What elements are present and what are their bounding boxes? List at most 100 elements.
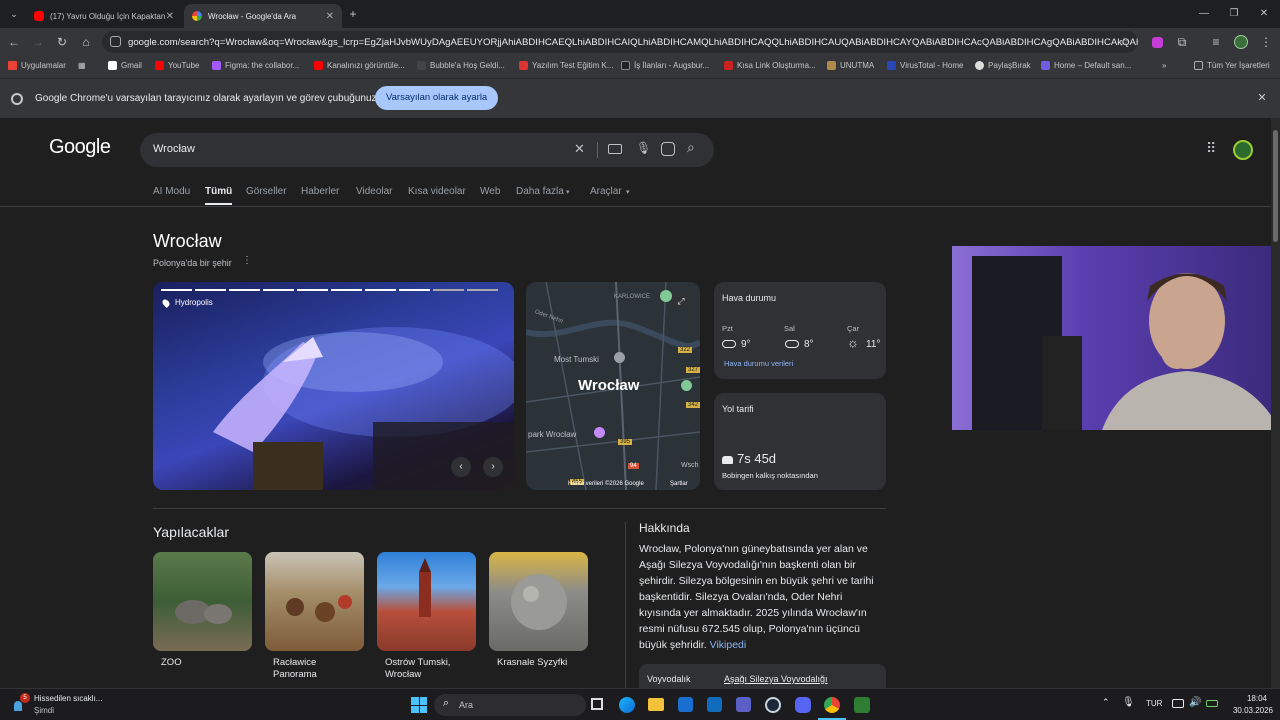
- bookmark-item[interactable]: YouTube: [155, 61, 199, 70]
- bookmark-item[interactable]: Kısa Link Oluşturma...: [724, 61, 816, 70]
- bookmark-item[interactable]: Gmail: [108, 61, 142, 70]
- google-apps-icon[interactable]: ⠿: [1206, 140, 1216, 157]
- tab-ai-mode[interactable]: AI Modu: [153, 186, 190, 197]
- map-terms-link[interactable]: Şartlar: [670, 481, 688, 487]
- more-options-icon[interactable]: ⋮: [242, 255, 252, 266]
- edge-icon[interactable]: [619, 697, 635, 713]
- todo-panorama-image[interactable]: [265, 552, 364, 651]
- bookmark-item[interactable]: Uygulamalar: [8, 61, 66, 70]
- next-image-button[interactable]: ›: [483, 457, 503, 477]
- bookmark-item[interactable]: İş İlanları - Augsbur...: [621, 61, 709, 70]
- bookmark-item[interactable]: VirusTotal - Home: [887, 61, 963, 70]
- microphone-tray-icon[interactable]: 🎙: [1122, 697, 1135, 708]
- close-tab-icon[interactable]: ✕: [326, 11, 334, 22]
- todo-ostrow-image[interactable]: [377, 552, 476, 651]
- bookmark-item[interactable]: Kanalınızı görüntüle...: [314, 61, 405, 70]
- set-default-button[interactable]: Varsayılan olarak ayarla: [375, 86, 499, 110]
- directions-card[interactable]: Yol tarifi 7s 45d Bobingen kalkış noktas…: [714, 393, 886, 490]
- clock-time[interactable]: 18:04: [1227, 694, 1267, 703]
- grid-icon[interactable]: ▦: [78, 61, 86, 70]
- outlook-icon[interactable]: [707, 697, 722, 712]
- input-language[interactable]: TUR: [1146, 699, 1162, 708]
- microphone-icon[interactable]: 🎙: [636, 141, 651, 155]
- expand-map-icon[interactable]: ⤢: [672, 292, 690, 310]
- new-tab-button[interactable]: +: [343, 4, 363, 24]
- clear-search-icon[interactable]: ✕: [574, 141, 585, 157]
- reload-icon[interactable]: ↻: [52, 32, 72, 52]
- todo-label[interactable]: Krasnale Syzyfki: [497, 657, 567, 669]
- profile-avatar[interactable]: [1234, 35, 1248, 49]
- google-logo[interactable]: Google: [49, 136, 111, 159]
- map-preview[interactable]: KARLOWICE Oder Nehri Most Tumski Wrocław…: [526, 282, 700, 490]
- keyboard-icon[interactable]: [608, 144, 622, 154]
- discord-icon[interactable]: [795, 697, 811, 713]
- media-icon[interactable]: ≡: [1206, 32, 1226, 52]
- menu-kebab-icon[interactable]: ⋮: [1256, 32, 1276, 52]
- close-tab-icon[interactable]: ✕: [166, 11, 174, 22]
- minimize-icon[interactable]: —: [1194, 4, 1214, 24]
- todo-label[interactable]: Ostrów Tumski, Wrocław: [385, 657, 465, 681]
- tab-more[interactable]: Daha fazla: [516, 186, 564, 197]
- bookmark-item[interactable]: Figma: the collabor...: [212, 61, 299, 70]
- bookmark-star-icon[interactable]: ☆: [1114, 32, 1134, 52]
- home-icon[interactable]: ⌂: [76, 32, 96, 52]
- task-view-icon[interactable]: [591, 698, 603, 710]
- tray-overflow-icon[interactable]: ⌃: [1102, 697, 1110, 708]
- tab-google[interactable]: Wrocław - Google'da Ara ✕: [184, 4, 342, 28]
- weather-source-link[interactable]: Hava durumu verileri: [724, 359, 793, 368]
- address-bar[interactable]: google.com/search?q=Wrocław&oq=Wrocław&g…: [102, 31, 1138, 53]
- search-box[interactable]: Wrocław ✕ 🎙 ⌕: [140, 133, 714, 167]
- weather-card[interactable]: Hava durumu Pzt Sal Çar 9° 8° ☼ 11° Hava…: [714, 282, 886, 379]
- restore-icon[interactable]: ❐: [1224, 4, 1244, 24]
- tab-youtube[interactable]: (17) Yavru Olduğu İçin Kapaktan ✕: [26, 4, 182, 28]
- extensions-puzzle-icon[interactable]: ⧉: [1172, 32, 1192, 52]
- close-window-icon[interactable]: ✕: [1254, 4, 1274, 24]
- camera-search-icon[interactable]: [661, 142, 675, 156]
- tab-search-icon[interactable]: ⌄: [4, 4, 24, 24]
- voivodeship-link[interactable]: Aşağı Silezya Voyvodalığı: [724, 674, 828, 684]
- tab-web[interactable]: Web: [480, 186, 500, 197]
- wikipedia-link[interactable]: Vikipedi: [710, 639, 747, 651]
- chrome-taskbar-icon[interactable]: [824, 697, 840, 713]
- back-icon[interactable]: ←: [4, 32, 24, 52]
- todo-krasnale-image[interactable]: [489, 552, 588, 651]
- store-icon[interactable]: [678, 697, 693, 712]
- scrollbar[interactable]: [1271, 118, 1280, 688]
- bookmarks-overflow-button[interactable]: »: [1162, 61, 1166, 70]
- bookmark-item[interactable]: Yazılım Test Eğitim K...: [519, 61, 614, 70]
- network-icon[interactable]: [1172, 699, 1184, 708]
- hero-image[interactable]: Hydropolis ‹ ›: [153, 282, 514, 490]
- todo-label[interactable]: Racławice Panorama: [273, 657, 353, 681]
- clock-date[interactable]: 30.03.2026: [1227, 706, 1273, 715]
- teams-icon[interactable]: [736, 697, 751, 712]
- bookmark-item[interactable]: Bubble'a Hoş Geldi...: [417, 61, 505, 70]
- todo-zoo-image[interactable]: [153, 552, 252, 651]
- tab-videos[interactable]: Videolar: [356, 186, 393, 197]
- app-icon[interactable]: [854, 697, 870, 713]
- search-input[interactable]: Wrocław: [153, 143, 195, 155]
- tab-all[interactable]: Tümü: [205, 186, 233, 205]
- scrollbar-thumb[interactable]: [1273, 130, 1278, 242]
- prev-image-button[interactable]: ‹: [451, 457, 471, 477]
- tab-short-videos[interactable]: Kısa videolar: [408, 186, 466, 197]
- taskbar-search[interactable]: ⌕ Ara: [434, 694, 586, 716]
- bookmark-item[interactable]: Home – Default san...: [1041, 61, 1131, 70]
- tab-news[interactable]: Haberler: [301, 186, 339, 197]
- extension-icon[interactable]: [1152, 37, 1163, 48]
- tab-tools[interactable]: Araçlar: [590, 186, 622, 197]
- tab-images[interactable]: Görseller: [246, 186, 287, 197]
- todo-label[interactable]: ZOO: [161, 657, 182, 669]
- forward-icon[interactable]: →: [28, 32, 48, 52]
- search-icon[interactable]: ⌕: [687, 139, 695, 156]
- file-explorer-icon[interactable]: [648, 698, 664, 711]
- bookmark-item[interactable]: UNUTMA: [827, 61, 874, 70]
- weather-widget-title[interactable]: Hissedilen sıcaklı...: [34, 694, 102, 703]
- close-infobar-icon[interactable]: ✕: [1252, 88, 1272, 108]
- weather-widget-icon[interactable]: [14, 701, 22, 711]
- bookmark-item[interactable]: PaylaşBırak: [975, 61, 1031, 70]
- all-bookmarks[interactable]: Tüm Yer İşaretleri: [1194, 61, 1270, 70]
- site-info-icon[interactable]: [110, 36, 121, 47]
- volume-icon[interactable]: 🔊: [1189, 697, 1201, 708]
- account-avatar[interactable]: [1233, 140, 1253, 160]
- steam-icon[interactable]: [765, 697, 781, 713]
